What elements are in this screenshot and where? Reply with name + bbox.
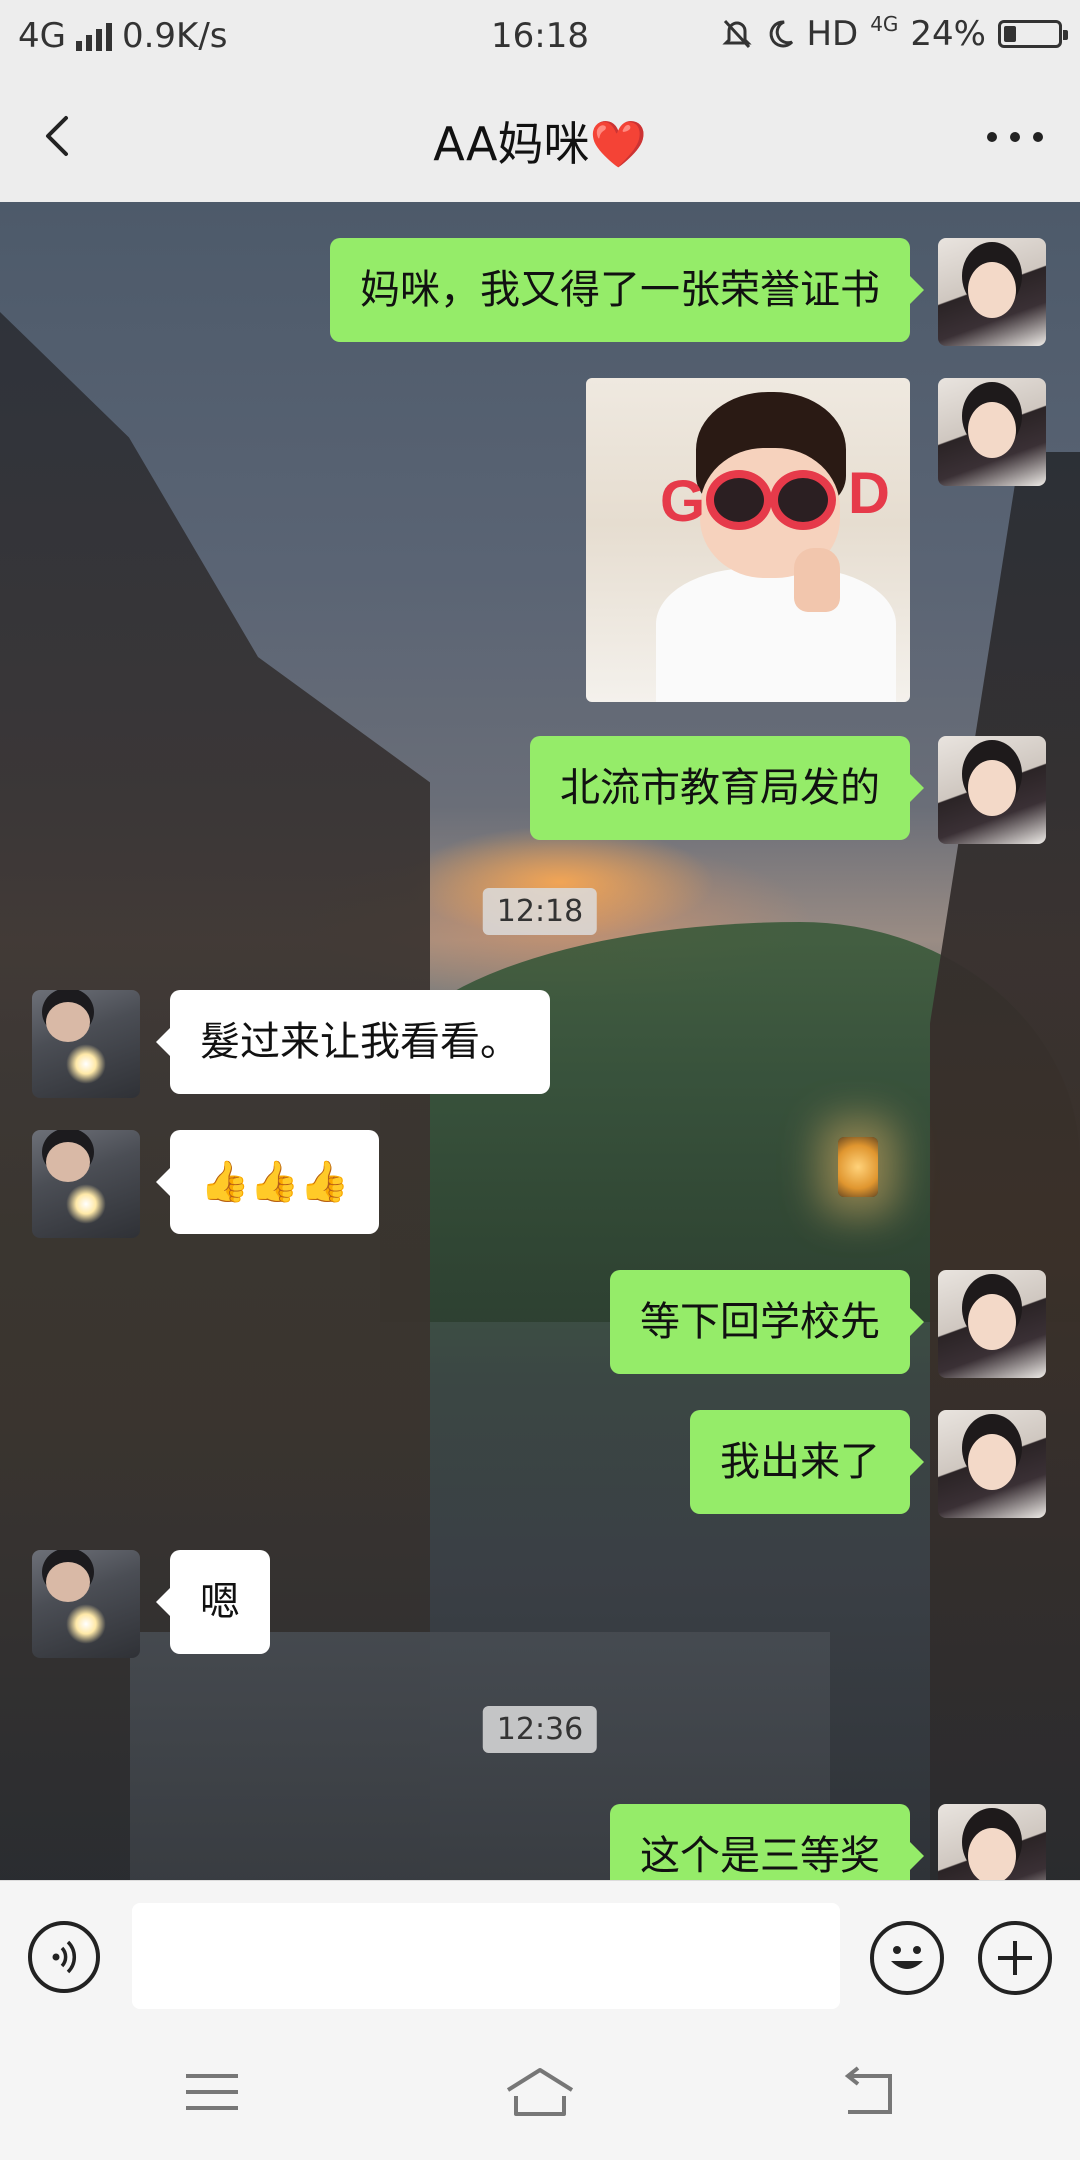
message-bubble-incoming[interactable]: 髮过来让我看看。 [156,990,550,1094]
mute-icon [722,19,753,49]
message-bubble-incoming[interactable]: 嗯 [156,1550,270,1654]
background-lantern [838,1137,878,1197]
avatar-contact[interactable] [32,990,140,1098]
avatar-self[interactable] [938,238,1046,346]
message-bubble-outgoing[interactable]: 北流市教育局发的 [530,736,924,840]
hd-label: HD [806,14,859,54]
sticker-letter-g: G [660,469,706,534]
battery-fill [1004,26,1017,42]
message-text: 这个是三等奖 [640,1833,880,1879]
voice-waves-icon [52,1940,76,1974]
system-navigation-bar [0,2030,1080,2160]
menu-icon[interactable] [172,2062,252,2122]
status-bar: 4G 0.9K/s 16:18 HD 4G 24% [0,0,1080,72]
message-bubble-outgoing[interactable]: 妈咪，我又得了一张荣誉证书 [330,238,924,342]
thumbs-up-emojis: 👍👍👍 [200,1159,350,1205]
sticker-letter-d: D [848,461,890,526]
avatar-self[interactable] [938,1804,1046,1880]
status-right: HD 4G 24% [722,12,1068,54]
avatar-self[interactable] [938,378,1046,486]
message-bubble-outgoing[interactable]: 等下回学校先 [610,1270,924,1374]
message-bubble-incoming[interactable]: 👍👍👍 [155,1130,380,1234]
moon-icon [770,20,794,48]
message-text: 北流市教育局发的 [560,765,880,811]
input-bar [0,1880,1080,2031]
timestamp: 12:18 [482,888,598,935]
heart-icon: ❤️ [589,117,647,171]
plus-sign-icon [998,1941,1032,1975]
message-input[interactable] [132,1903,840,2009]
chat-title-text: AA妈咪 [433,117,590,171]
message-text: 我出来了 [720,1439,880,1485]
sticker-shirt [656,568,896,702]
back-arrow-icon[interactable] [828,2062,908,2122]
network-label-2: 4G [870,12,899,36]
voice-icon[interactable] [28,1921,100,1993]
avatar-self[interactable] [938,736,1046,844]
battery-icon [998,20,1068,48]
message-text: 妈咪，我又得了一张荣誉证书 [360,267,880,313]
avatar-self[interactable] [938,1410,1046,1518]
plus-icon[interactable] [978,1921,1052,1995]
home-icon[interactable] [500,2062,580,2122]
message-text: 嗯 [200,1579,240,1625]
sticker-glasses-left [706,470,772,530]
smiley-face-icon [891,1946,923,1969]
message-text: 等下回学校先 [640,1299,880,1345]
avatar-contact[interactable] [32,1130,140,1238]
chat-title: AA妈咪❤️ [0,108,1080,174]
chat-area[interactable]: 妈咪，我又得了一张荣誉证书 G D 北流市教育局发的 12:18 髮过来让我看看… [0,202,1080,1880]
chat-header: AA妈咪❤️ [0,72,1080,202]
battery-percent: 24% [910,14,986,54]
message-bubble-outgoing[interactable]: 我出来了 [690,1410,924,1514]
timestamp: 12:36 [482,1706,598,1753]
emoji-icon[interactable] [870,1921,944,1995]
background-house-right [930,452,1080,1880]
avatar-self[interactable] [938,1270,1046,1378]
more-dots-icon[interactable] [980,112,1050,162]
sticker-thumb [794,548,840,612]
avatar-contact[interactable] [32,1550,140,1658]
sticker-image[interactable]: G D [586,378,910,702]
sticker-glasses-right [770,470,836,530]
message-bubble-outgoing[interactable]: 这个是三等奖 [610,1804,924,1880]
message-text: 髮过来让我看看。 [200,1019,520,1065]
